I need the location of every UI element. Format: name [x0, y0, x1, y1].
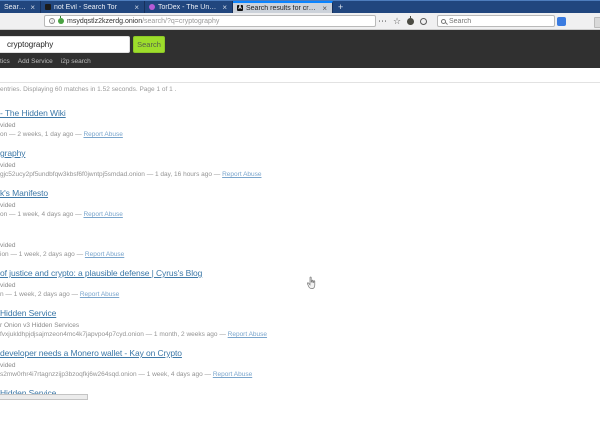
page-actions-icon[interactable]: ⋯ — [378, 14, 387, 28]
tordex-favicon — [149, 4, 155, 10]
nav-link-add-service[interactable]: Add Service — [18, 58, 53, 65]
result-description: vided — [0, 122, 600, 130]
report-abuse-link[interactable]: Report Abuse — [80, 291, 119, 298]
result-title-link[interactable]: Hidden Service — [0, 307, 600, 320]
ahmia-favicon: A — [237, 5, 243, 11]
onion-site-icon — [58, 18, 64, 24]
extension-icon[interactable] — [557, 17, 566, 26]
site-search-input[interactable] — [0, 36, 130, 53]
tab-close-icon[interactable]: × — [133, 3, 140, 12]
link-target-tooltip — [0, 394, 88, 400]
result-description: vided — [0, 162, 600, 170]
result-title-link[interactable]: developer needs a Monero wallet - Kay on… — [0, 347, 600, 360]
result-description: vided — [0, 242, 600, 250]
divider — [0, 82, 600, 83]
results-status-line: entries. Displaying 60 matches in 1.52 s… — [0, 86, 176, 93]
menu-icon[interactable] — [594, 17, 600, 28]
search-icon — [441, 19, 446, 24]
result-meta: on — 1 week, 4 days ago — Report Abuse — [0, 211, 600, 219]
ahmia-header: Search tics Add Service i2p search — [0, 30, 600, 68]
tab-title: Search results for cryptography — [246, 5, 318, 12]
result-meta: on — 2 weeks, 1 day ago — Report Abuse — [0, 131, 600, 139]
result-item-1: - The Hidden Wiki vided on — 2 weeks, 1 … — [0, 107, 600, 139]
report-abuse-link[interactable]: Report Abuse — [213, 371, 252, 378]
result-description: vided — [0, 282, 600, 290]
notevil-favicon — [45, 4, 51, 10]
url-text: msydqstlz2kzerdg.onion/search/?q=cryptog… — [67, 18, 219, 25]
tab-close-icon[interactable]: × — [321, 4, 328, 13]
result-title-link[interactable]: - The Hidden Wiki — [0, 107, 600, 120]
result-url-age: s2mw0rhr4i7rtagnzzijp3bzoqfkj6w264sqd.on… — [0, 371, 213, 378]
result-url-age: on — 1 week, 4 days ago — — [0, 211, 83, 218]
header-nav: tics Add Service i2p search — [0, 58, 91, 65]
nav-link-i2p-search[interactable]: i2p search — [61, 58, 91, 65]
result-description: vided — [0, 202, 600, 210]
result-url-age: n — 1 week, 2 days ago — — [0, 291, 80, 298]
browser-search-input[interactable] — [449, 18, 551, 25]
nav-link-statistics[interactable]: tics — [0, 58, 10, 65]
result-meta: n — 1 week, 2 days ago — Report Abuse — [0, 291, 600, 299]
tab-close-icon[interactable]: × — [221, 3, 228, 12]
results-list: - The Hidden Wiki vided on — 2 weeks, 1 … — [0, 107, 600, 427]
bookmark-star-icon[interactable]: ☆ — [393, 14, 401, 28]
result-url-age: ion — 1 week, 2 days ago — — [0, 251, 85, 258]
result-description: vided — [0, 362, 600, 370]
result-url-age: fvxjukldhpjdjsajmzeon4mc4k7japvpo4p7cyd.… — [0, 331, 228, 338]
result-title-link[interactable] — [0, 227, 600, 240]
result-meta: ion — 1 week, 2 days ago — Report Abuse — [0, 251, 600, 259]
toolbar-icons: ⋯ ☆ — [378, 14, 427, 28]
result-item-2: graphy vided gjc52ucy2pf5undbfqw3kbsf6f0… — [0, 147, 600, 179]
result-title-link[interactable]: graphy — [0, 147, 600, 160]
result-item-6: Hidden Service r Onion v3 Hidden Service… — [0, 307, 600, 339]
tab-title: not Evil - Search Tor — [54, 4, 130, 11]
tab-4-active[interactable]: A Search results for cryptography × — [233, 1, 333, 13]
result-item-7: developer needs a Monero wallet - Kay on… — [0, 347, 600, 379]
result-title-link[interactable]: Hidden Service — [0, 387, 600, 400]
new-tab-button[interactable]: + — [333, 1, 348, 13]
url-path: /search/?q=cryptography — [142, 18, 219, 25]
tab-2[interactable]: not Evil - Search Tor × — [41, 1, 145, 13]
noscript-icon[interactable] — [420, 18, 427, 25]
report-abuse-link[interactable]: Report Abuse — [83, 131, 122, 138]
result-url-age: on — 2 weeks, 1 day ago — — [0, 131, 83, 138]
result-item-4: vided ion — 1 week, 2 days ago — Report … — [0, 227, 600, 259]
site-info-icon[interactable]: i — [49, 18, 55, 24]
result-description: r Onion v3 Hidden Services — [0, 322, 600, 330]
site-search-button[interactable]: Search — [133, 36, 165, 53]
report-abuse-link[interactable]: Report Abuse — [222, 171, 261, 178]
report-abuse-link[interactable]: Report Abuse — [83, 211, 122, 218]
result-meta: gjc52ucy2pf5undbfqw3kbsf6f0jwntpj5smdad.… — [0, 171, 600, 179]
url-domain: msydqstlz2kzerdg.onion — [67, 18, 142, 25]
report-abuse-link[interactable]: Report Abuse — [85, 251, 124, 258]
torbutton-onion-icon[interactable] — [407, 18, 414, 25]
tab-title: Search! — [4, 4, 26, 11]
result-item-3: k's Manifesto vided on — 1 week, 4 days … — [0, 187, 600, 219]
result-item-8: Hidden Service — [0, 387, 600, 419]
report-abuse-link[interactable]: Report Abuse — [228, 331, 267, 338]
tab-3[interactable]: TorDex - The Uncensored Tor Se × — [145, 1, 233, 13]
result-meta: fvxjukldhpjdjsajmzeon4mc4k7japvpo4p7cyd.… — [0, 331, 600, 339]
tab-1[interactable]: Search! × — [0, 1, 41, 13]
result-item-5: of justice and crypto: a plausible defen… — [0, 267, 600, 299]
tab-title: TorDex - The Uncensored Tor Se — [158, 4, 218, 11]
result-meta: s2mw0rhr4i7rtagnzzijp3bzoqfkj6w264sqd.on… — [0, 371, 600, 379]
result-title-link[interactable]: k's Manifesto — [0, 187, 600, 200]
tab-bar: Search! × not Evil - Search Tor × TorDex… — [0, 0, 600, 13]
url-bar[interactable]: i msydqstlz2kzerdg.onion/search/?q=crypt… — [44, 15, 376, 27]
result-url-age: gjc52ucy2pf5undbfqw3kbsf6f0jwntpj5smdad.… — [0, 171, 222, 178]
tab-close-icon[interactable]: × — [29, 3, 36, 12]
browser-search-bar[interactable] — [437, 15, 555, 27]
navigation-toolbar: i msydqstlz2kzerdg.onion/search/?q=crypt… — [0, 13, 600, 30]
result-title-link[interactable]: of justice and crypto: a plausible defen… — [0, 267, 600, 280]
